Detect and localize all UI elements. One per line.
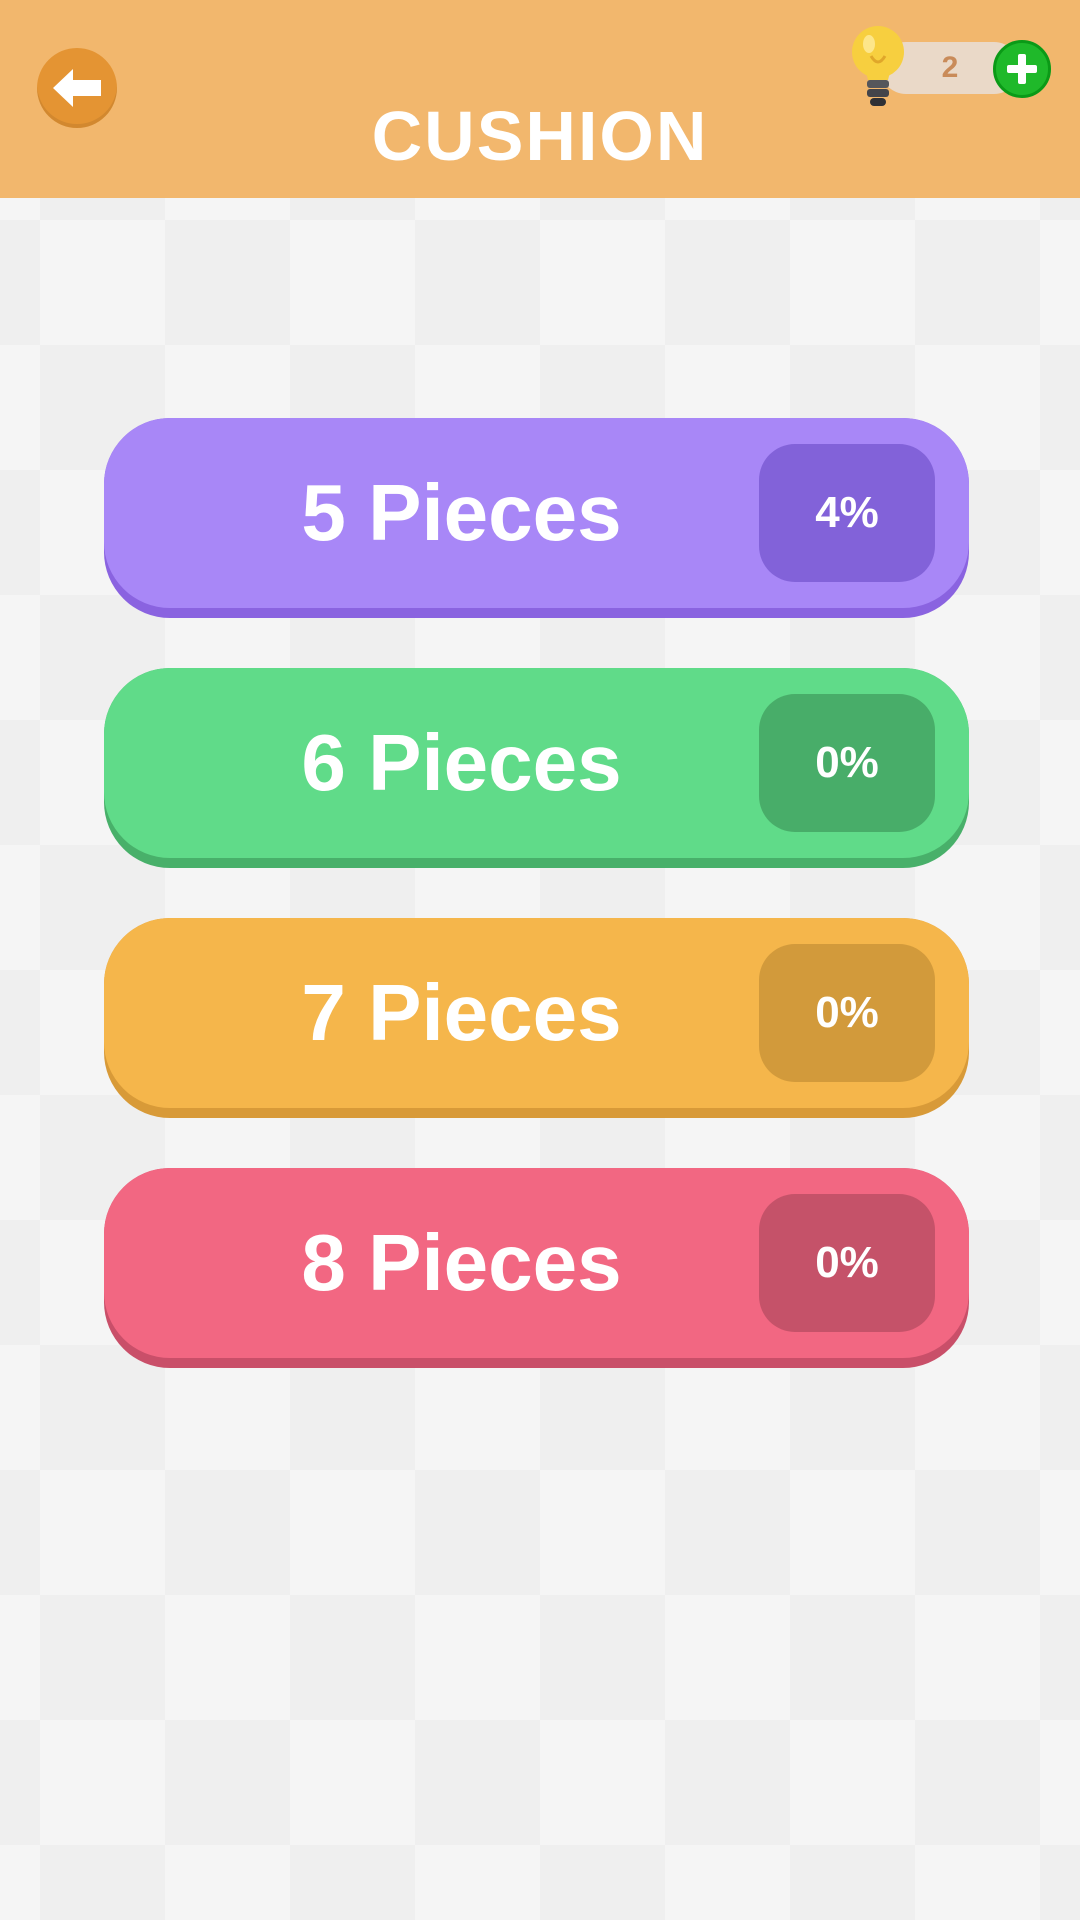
level-label: 8 Pieces	[301, 1218, 622, 1307]
level-5-pieces-button[interactable]: 5 Pieces 4%	[104, 418, 969, 618]
level-list: 5 Pieces 4% 6 Pieces 0% 7 Pieces 0% 8 Pi…	[104, 418, 969, 1418]
level-progress-badge: 0%	[759, 944, 935, 1082]
level-label: 7 Pieces	[301, 968, 622, 1057]
level-7-pieces-button[interactable]: 7 Pieces 0%	[104, 918, 969, 1118]
lightbulb-icon	[852, 26, 904, 106]
top-bar: CUSHION 2	[0, 0, 1080, 198]
page-title: CUSHION	[371, 97, 709, 175]
plus-icon	[1007, 54, 1037, 84]
level-6-pieces-button[interactable]: 6 Pieces 0%	[104, 668, 969, 868]
level-8-pieces-button[interactable]: 8 Pieces 0%	[104, 1168, 969, 1368]
level-progress-badge: 4%	[759, 444, 935, 582]
level-progress-badge: 0%	[759, 1194, 935, 1332]
level-label: 6 Pieces	[301, 718, 622, 807]
level-progress-badge: 0%	[759, 694, 935, 832]
level-label: 5 Pieces	[301, 468, 622, 557]
add-hint-button[interactable]	[993, 40, 1051, 98]
